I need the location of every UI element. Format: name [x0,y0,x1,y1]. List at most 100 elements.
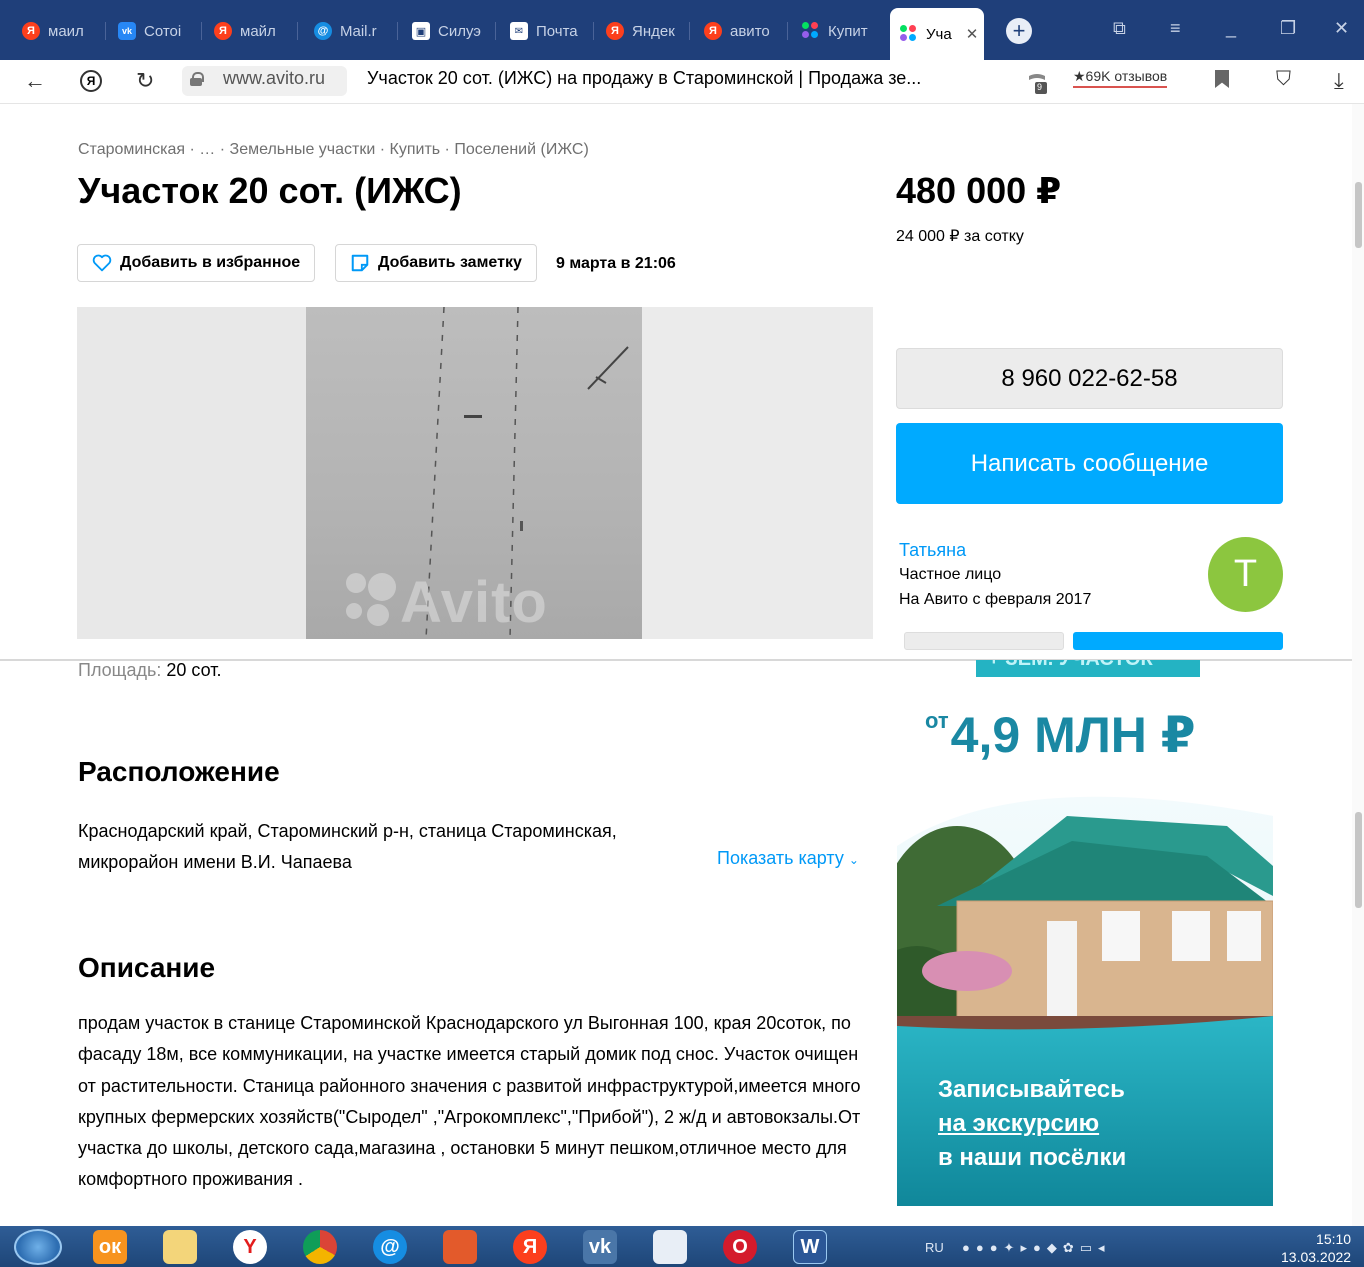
price: 480 000 ₽ [896,170,1062,211]
ad-line-1: Записывайтесь [938,1076,1125,1103]
phone-button[interactable]: 8 960 022-62-58 [896,348,1283,409]
minimize-icon[interactable]: _ [1226,18,1236,39]
gallery-next-area[interactable] [642,307,873,639]
close-icon[interactable]: ✕ [966,25,979,43]
seller-since: На Авито с февраля 2017 [899,591,1092,608]
write-message-button[interactable]: Написать сообщение [896,423,1283,504]
photo-viewer-icon[interactable] [443,1230,477,1264]
tab-3[interactable]: Я майл [204,10,298,52]
chrome-icon[interactable] [303,1230,337,1264]
add-to-favorites-button[interactable]: Добавить в избранное [77,244,316,282]
protect-badge: 9 [1037,82,1043,92]
tab-active[interactable]: Уча ✕ [890,8,984,60]
system-clock[interactable]: 15:10 13.03.2022 [1281,1230,1351,1266]
tab-1[interactable]: Я маил [12,10,106,52]
url-page-title[interactable]: Участок 20 сот. (ИЖС) на продажу в Старо… [367,68,921,89]
chevron-down-icon: ⌄ [848,853,859,867]
note-label: Добавить заметку [378,254,522,271]
tab-9[interactable]: Купит [792,10,886,52]
area-label: Площадь: [78,660,162,680]
area-param: Площадь: 20 сот. [78,660,221,681]
vertical-scrollbar[interactable] [1352,104,1364,1226]
odnoklassniki-icon[interactable]: ок [93,1230,127,1264]
ad-cta-text[interactable]: Записывайтесь на экскурсию в наши посёлк… [938,1073,1126,1175]
tab-label: Силуэ [438,22,481,40]
tab-label: Почта [536,22,578,40]
description-text: продам участок в станице Староминской Кр… [78,1013,861,1190]
word-icon[interactable]: W [793,1230,827,1264]
download-icon[interactable]: ⤓ [1334,68,1344,94]
envelope-icon: ✉ [510,22,528,40]
ad-price-prefix: от [925,708,949,733]
folder-icon[interactable] [163,1230,197,1264]
yandex-icon[interactable]: Я [513,1230,547,1264]
gallery-prev-area[interactable] [77,307,306,639]
tab-7[interactable]: Я Яндек [596,10,690,52]
scrollbar-thumb-top[interactable] [1355,182,1362,248]
menu-icon[interactable]: ≡ [1170,18,1181,39]
listing-photo[interactable]: Avito [306,307,642,639]
tray-icons[interactable]: ●●●✦▸●◆✿▭◂ [962,1240,1111,1256]
vk-icon[interactable]: vk [583,1230,617,1264]
avito-icon [900,25,918,43]
start-button[interactable] [14,1229,62,1265]
avito-icon [802,22,820,40]
mail-icon: @ [314,22,332,40]
tab-4[interactable]: @ Mail.r [304,10,398,52]
scrollbar-thumb[interactable] [1355,812,1362,908]
bookmark-icon[interactable] [1215,70,1229,88]
show-map-label: Показать карту [717,848,844,868]
yandex-icon: Я [214,22,232,40]
language-indicator[interactable]: RU [925,1240,944,1255]
image-icon: ▣ [412,22,430,40]
area-value: 20 сот. [166,660,222,680]
restore-icon[interactable]: ❐ [1280,18,1296,39]
yandex-logo-icon[interactable]: Я [80,70,102,92]
ad-line-3: в наши посёлки [938,1144,1127,1171]
sticky-message-button[interactable] [1073,632,1283,650]
add-note-button[interactable]: Добавить заметку [335,244,537,282]
seller-name[interactable]: Татьяна [899,540,966,561]
url-domain[interactable]: www.avito.ru [223,68,325,89]
reviews-link[interactable]: ★69K отзывов [1073,68,1168,88]
collections-icon[interactable]: ⛉ [1276,68,1291,91]
tab-label: майл [240,22,276,40]
tab-5[interactable]: ▣ Силуэ [402,10,496,52]
breadcrumb[interactable]: Староминская · … · Земельные участки · К… [78,141,589,159]
tab-label: авито [730,22,770,40]
clock-time: 15:10 [1316,1231,1352,1247]
yandex-icon: Я [22,22,40,40]
mail-ru-icon[interactable]: @ [373,1230,407,1264]
calculator-icon[interactable] [653,1230,687,1264]
close-window-icon[interactable]: ✕ [1334,18,1349,39]
yandex-browser-icon[interactable]: Y [233,1230,267,1264]
protect-icon[interactable]: 9 [1025,70,1049,94]
reload-icon[interactable]: ↻ [136,68,154,94]
yandex-icon: Я [606,22,624,40]
watermark-text: Avito [400,570,548,635]
new-tab-button[interactable]: + [1006,18,1032,44]
show-map-link[interactable]: Показать карту ⌄ [717,848,859,869]
sticky-phone-button[interactable] [904,632,1064,650]
back-arrow-icon[interactable]: ← [24,68,46,94]
photo-gallery[interactable]: Avito [77,307,873,639]
tabs-list-icon[interactable]: ⧉ [1113,18,1126,39]
clock-date: 13.03.2022 [1281,1249,1352,1265]
tab-6[interactable]: ✉ Почта [500,10,594,52]
heart-icon [92,254,112,272]
ad-top-strip[interactable]: + ЗЕМ. УЧАСТОК [976,660,1200,677]
lock-icon [190,72,204,86]
tab-label: Купит [828,22,868,40]
vk-icon: vk [118,22,136,40]
tab-2[interactable]: vk Сотоі [108,10,202,52]
avatar[interactable]: T [1208,537,1283,612]
note-icon [351,254,369,272]
address: Краснодарский край, Староминский р-н, ст… [78,816,617,878]
favorites-label: Добавить в избранное [120,254,301,271]
opera-icon[interactable]: O [723,1230,757,1264]
tab-label: Mail.r [340,22,377,40]
avito-watermark-icon [346,573,396,626]
ad-price[interactable]: от4,9 МЛН ₽ [925,706,1196,764]
ad-line-2: на экскурсию [938,1110,1100,1137]
tab-8[interactable]: Я авито [694,10,788,52]
